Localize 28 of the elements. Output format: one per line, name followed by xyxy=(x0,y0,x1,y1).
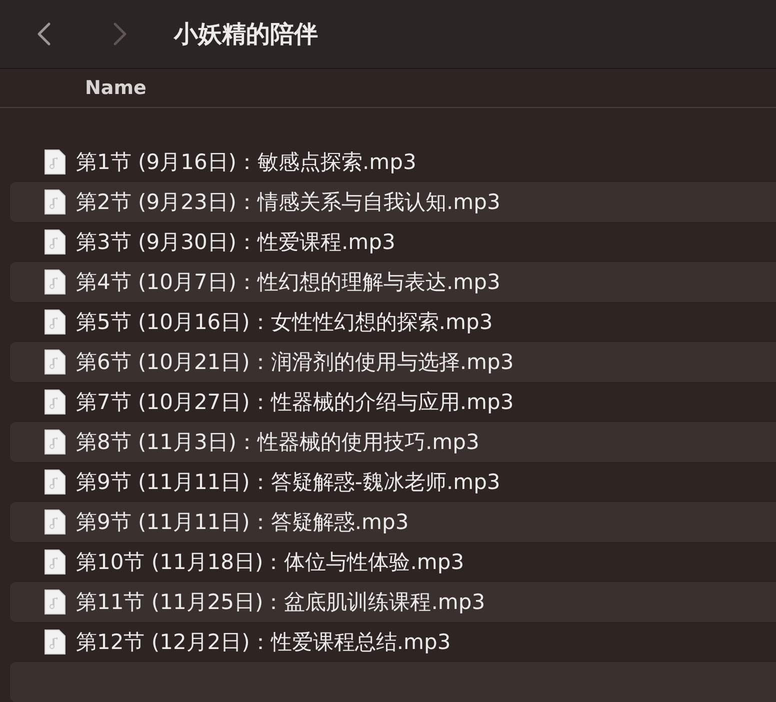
audio-file-icon xyxy=(44,309,66,335)
audio-file-icon xyxy=(44,589,66,615)
file-name: 第3节 (9月30日)：性爱课程.mp3 xyxy=(76,229,396,256)
audio-file-icon xyxy=(44,429,66,455)
audio-file-icon xyxy=(44,189,66,215)
file-name: 第9节 (11月11日)：答疑解惑-魏冰老师.mp3 xyxy=(76,469,500,496)
file-name: 第6节 (10月21日)：润滑剂的使用与选择.mp3 xyxy=(76,349,514,376)
audio-file-icon xyxy=(44,269,66,295)
audio-file-icon xyxy=(44,349,66,375)
file-name: 第4节 (10月7日)：性幻想的理解与表达.mp3 xyxy=(76,269,500,296)
file-name: 第2节 (9月23日)：情感关系与自我认知.mp3 xyxy=(76,189,500,216)
window-title: 小妖精的陪伴 xyxy=(174,19,318,50)
column-header[interactable]: Name xyxy=(85,77,146,100)
file-name: 第10节 (11月18日)：体位与性体验.mp3 xyxy=(76,549,464,576)
file-name: 第9节 (11月11日)：答疑解惑.mp3 xyxy=(76,509,409,536)
file-name: 第7节 (10月27日)：性器械的介绍与应用.mp3 xyxy=(76,389,514,416)
audio-file-icon xyxy=(44,549,66,575)
audio-file-icon xyxy=(44,389,66,415)
file-name: 第5节 (10月16日)：女性性幻想的探索.mp3 xyxy=(76,309,493,336)
file-name: 第1节 (9月16日)：敏感点探索.mp3 xyxy=(76,149,416,176)
audio-file-icon xyxy=(44,509,66,535)
file-name: 第11节 (11月25日)：盆底肌训练课程.mp3 xyxy=(76,589,486,616)
audio-file-icon xyxy=(44,229,66,255)
audio-file-icon xyxy=(44,149,66,175)
audio-file-icon xyxy=(44,469,66,495)
file-name: 第8节 (11月3日)：性器械的使用技巧.mp3 xyxy=(76,429,480,456)
audio-file-icon xyxy=(44,629,66,655)
file-name: 第12节 (12月2日)：性爱课程总结.mp3 xyxy=(76,629,451,656)
